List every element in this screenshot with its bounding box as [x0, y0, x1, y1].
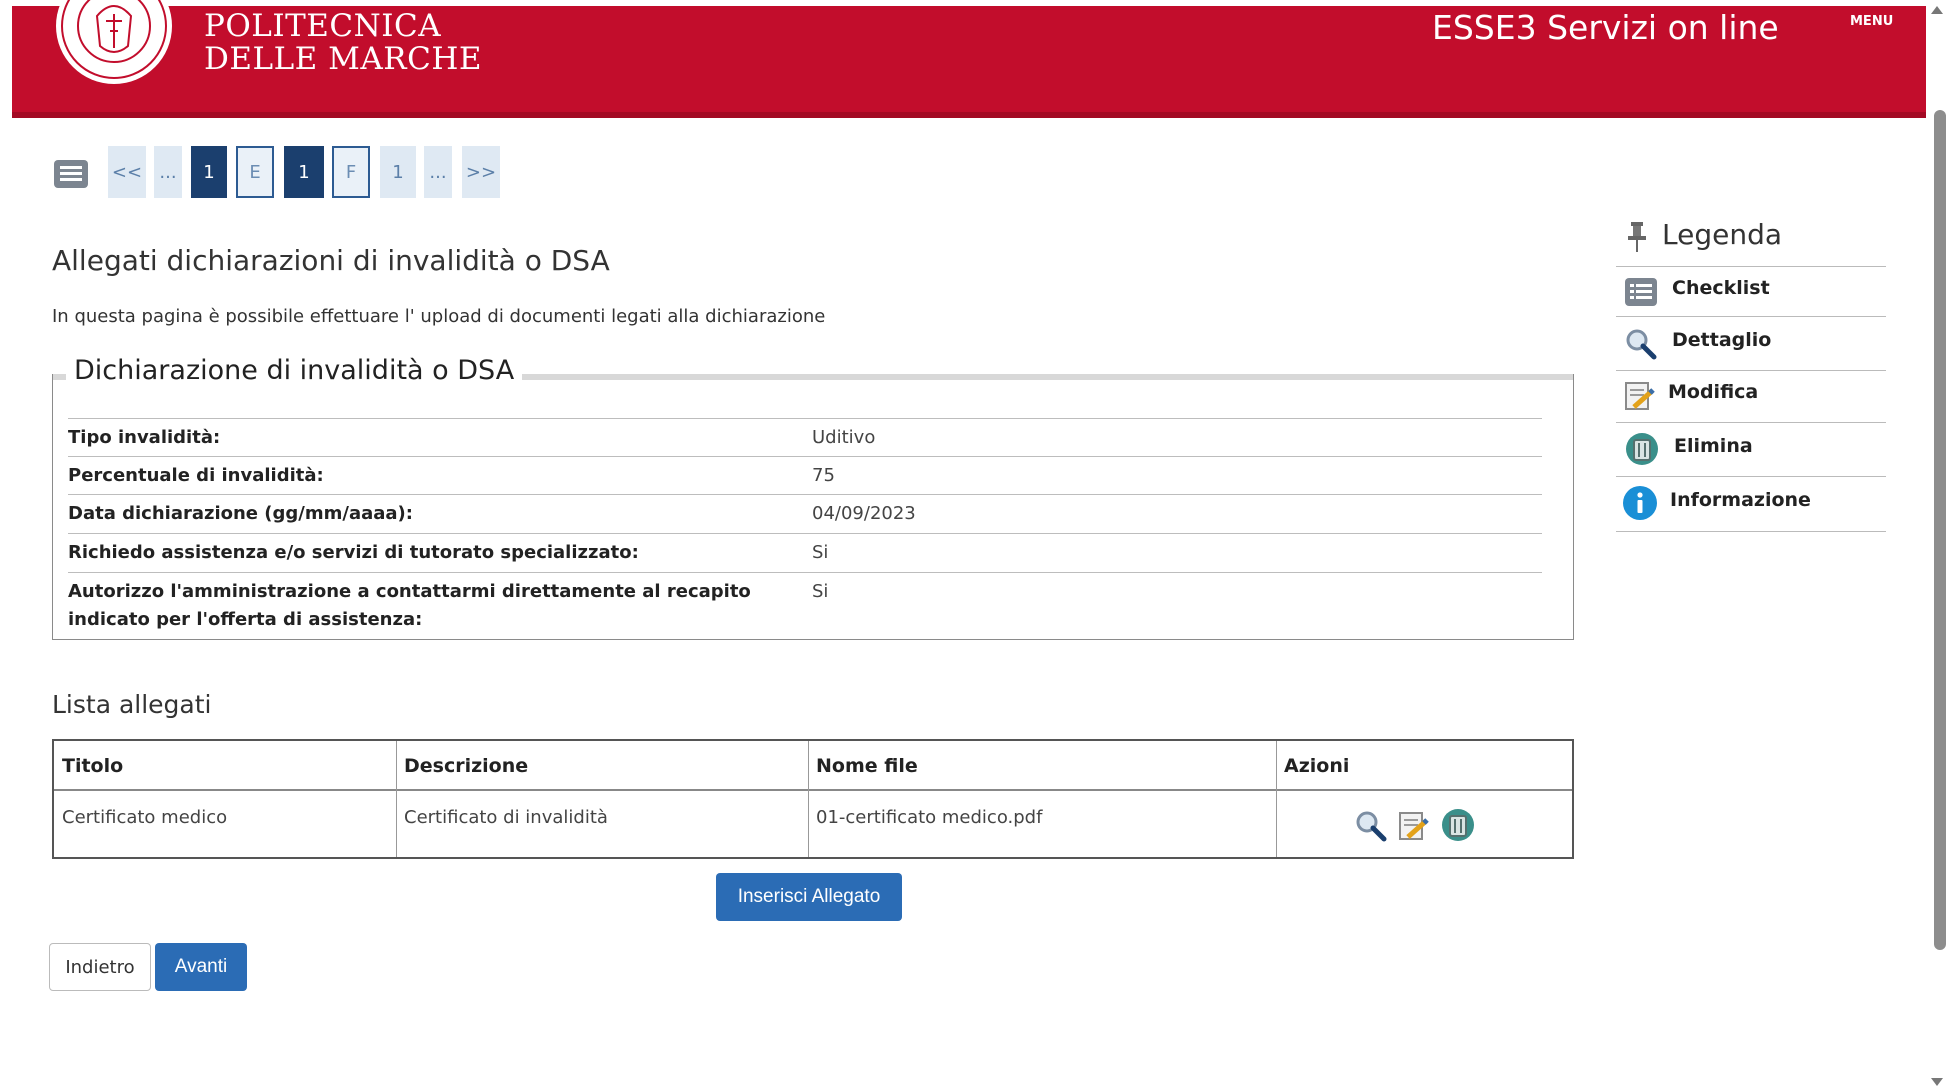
pager-last-button[interactable]: >> [462, 146, 500, 198]
legend-item-edit: Modifica [1616, 370, 1886, 423]
declaration-legend: Dichiarazione di invalidità o DSA [66, 355, 523, 386]
declaration-value: 04/09/2023 [812, 503, 916, 524]
scroll-down-arrow-icon[interactable] [1931, 1078, 1943, 1086]
declaration-label: Tipo invalidità: [68, 427, 221, 448]
declaration-row: Data dichiarazione (gg/mm/aaaa): 04/09/2… [68, 494, 1542, 533]
cell-description: Certificato di invalidità [404, 807, 608, 828]
attachments-heading: Lista allegati [52, 690, 212, 719]
info-icon [1623, 486, 1657, 520]
declaration-row: Percentuale di invalidità: 75 [68, 456, 1542, 495]
back-button[interactable]: Indietro [49, 943, 151, 991]
declaration-row: Richiedo assistenza e/o servizi di tutor… [68, 533, 1542, 572]
vertical-scrollbar[interactable] [1926, 0, 1948, 1089]
university-seal-logo[interactable] [52, 0, 176, 86]
legend-item-checklist: Checklist [1616, 266, 1886, 317]
declaration-label: Autorizzo l'amministrazione a contattarm… [68, 581, 751, 630]
pager-step-e[interactable]: E [236, 146, 274, 198]
pushpin-icon [1628, 222, 1646, 252]
cell-title: Certificato medico [62, 807, 228, 828]
cell-filename: 01-certificato medico.pdf [816, 807, 1043, 828]
legend-label: Informazione [1670, 489, 1811, 511]
next-button[interactable]: Avanti [155, 943, 247, 991]
declaration-row: Autorizzo l'amministrazione a contattarm… [68, 572, 1542, 633]
insert-attachment-button[interactable]: Inserisci Allegato [716, 873, 902, 921]
legend-item-info: Informazione [1616, 476, 1886, 532]
declaration-label: Percentuale di invalidità: [68, 465, 324, 486]
cell-actions [1276, 793, 1572, 842]
legend-label: Dettaglio [1672, 329, 1772, 351]
trash-icon[interactable] [1440, 807, 1476, 843]
legend-label: Checklist [1672, 277, 1770, 299]
pager-first-button[interactable]: << [108, 146, 146, 198]
page-description: In questa pagina è possibile effettuare … [52, 306, 826, 327]
checklist-icon[interactable] [54, 160, 88, 188]
app-title: ESSE3 Servizi on line [1432, 8, 1779, 47]
legend-label: Modifica [1668, 381, 1759, 403]
declaration-label: Data dichiarazione (gg/mm/aaaa): [68, 503, 413, 524]
university-name[interactable]: POLITECNICA DELLE MARCHE [204, 10, 482, 76]
edit-icon [1625, 382, 1655, 410]
legend-label: Elimina [1674, 435, 1753, 457]
page-title: Allegati dichiarazioni di invalidità o D… [52, 244, 610, 277]
pager-ellipsis-right: ... [424, 146, 452, 198]
column-header-description: Descrizione [404, 755, 529, 777]
attachments-table: Titolo Descrizione Nome file Azioni Cert… [52, 739, 1574, 859]
list-icon [1625, 278, 1657, 306]
declaration-value: Si [812, 581, 829, 602]
brand-line-2: DELLE MARCHE [204, 41, 482, 77]
declaration-row: Tipo invalidità: Uditivo [68, 418, 1542, 457]
menu-button[interactable]: MENU [1850, 14, 1893, 29]
column-header-actions: Azioni [1284, 755, 1350, 777]
legend-item-detail: Dettaglio [1616, 316, 1886, 371]
legend-item-delete: Elimina [1616, 422, 1886, 477]
declaration-value: Uditivo [812, 427, 876, 448]
magnifier-icon [1626, 329, 1657, 360]
edit-icon[interactable] [1396, 809, 1430, 843]
column-header-filename: Nome file [816, 755, 918, 777]
magnifier-icon[interactable] [1354, 809, 1388, 843]
pager-step-1[interactable]: 1 [191, 146, 227, 198]
column-header-title: Titolo [62, 755, 124, 777]
brand-line-1: POLITECNICA [204, 8, 442, 44]
trash-icon [1626, 433, 1658, 465]
legend-heading: Legenda [1662, 218, 1783, 251]
scroll-thumb[interactable] [1934, 110, 1946, 950]
pager-current-step[interactable]: 1 [284, 146, 324, 198]
site-header: POLITECNICA DELLE MARCHE ESSE3 Servizi o… [12, 0, 1926, 118]
declaration-label: Richiedo assistenza e/o servizi di tutor… [68, 542, 639, 563]
pager-step-f[interactable]: F [332, 146, 370, 198]
scroll-up-arrow-icon[interactable] [1931, 6, 1943, 14]
declaration-value: Si [812, 542, 829, 563]
pager-step-next[interactable]: 1 [380, 146, 416, 198]
pager-ellipsis-left: ... [154, 146, 182, 198]
declaration-value: 75 [812, 465, 835, 486]
